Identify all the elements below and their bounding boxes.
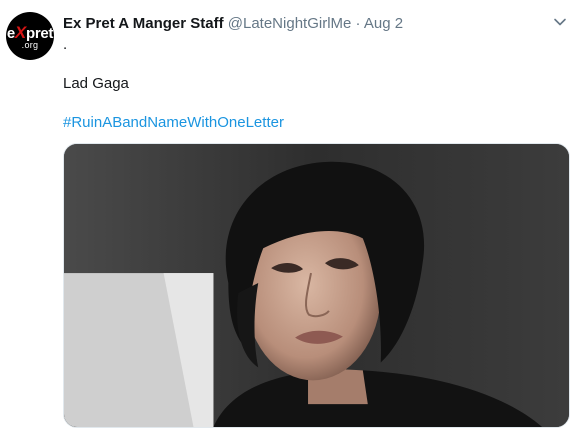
tweet-card[interactable]: eXpret .org Ex Pret A Manger Staff @Late… bbox=[0, 0, 582, 441]
photo-icon bbox=[64, 144, 569, 427]
tweet-text: Lad Gaga bbox=[63, 75, 129, 92]
author-handle[interactable]: @LateNightGirlMe bbox=[228, 15, 352, 32]
tweet-photo[interactable] bbox=[63, 143, 570, 428]
tweet-header: Ex Pret A Manger Staff @LateNightGirlMe … bbox=[63, 14, 403, 34]
avatar[interactable]: eXpret .org bbox=[6, 12, 54, 60]
hashtag-link[interactable]: #RuinABandNameWithOneLetter bbox=[63, 113, 284, 133]
tweet-first-line: . bbox=[63, 36, 68, 53]
chevron-down-icon[interactable] bbox=[552, 14, 568, 30]
author-display-name[interactable]: Ex Pret A Manger Staff bbox=[63, 15, 224, 32]
avatar-logo: eXpret bbox=[6, 23, 54, 42]
tweet-date[interactable]: Aug 2 bbox=[364, 15, 403, 32]
avatar-logo-subtitle: .org bbox=[21, 40, 39, 50]
header-separator: · bbox=[355, 15, 361, 32]
